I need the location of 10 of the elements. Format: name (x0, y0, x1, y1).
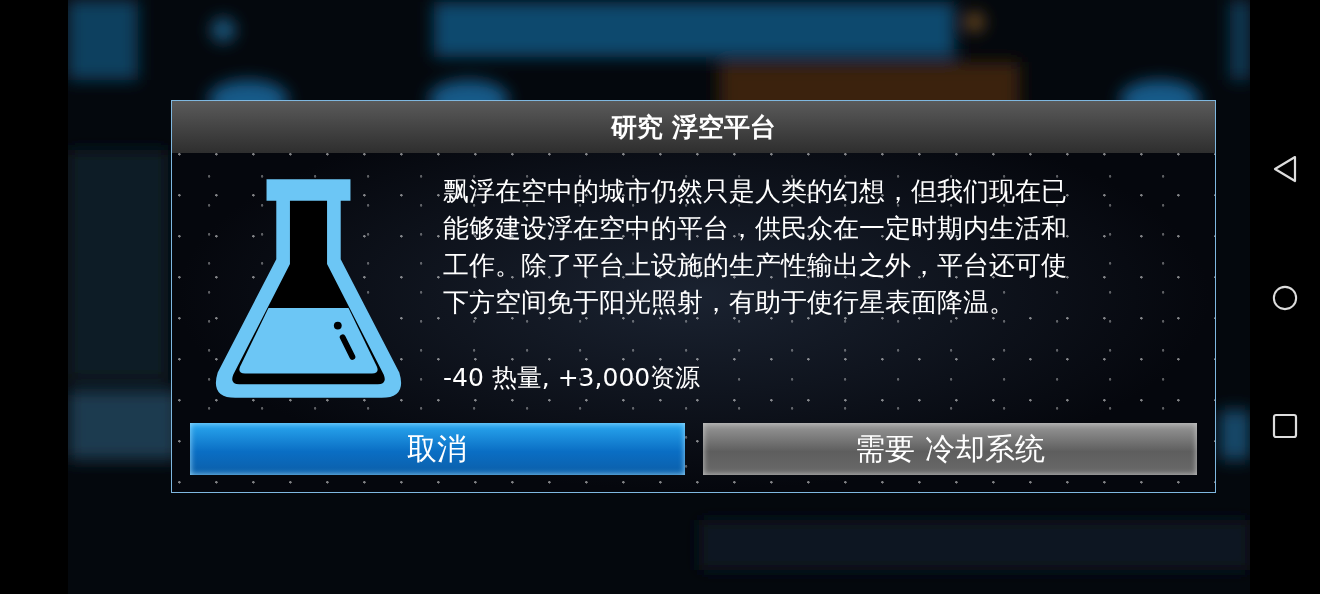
research-effects: -40 热量, +3,000资源 (443, 362, 702, 394)
cancel-button[interactable]: 取消 (190, 423, 685, 475)
blurred-icon (964, 12, 985, 32)
recents-icon[interactable] (1272, 412, 1298, 440)
requirement-button[interactable]: 需要 冷却系统 (702, 423, 1197, 475)
blurred-icon (211, 18, 236, 42)
research-description: 飘浮在空中的城市仍然只是人类的幻想，但我们现在已 能够建设浮在空中的平台，供民众在一定时期内生活和 工作。除了平台上设施的生产性输出之外，平台还可使 下方空间免于阳光照射，有助于使行星表面降温。 (443, 175, 1067, 319)
back-icon[interactable] (1272, 155, 1298, 183)
home-icon[interactable] (1272, 283, 1298, 312)
dialog-title: 研究 浮空平台 (172, 101, 1215, 153)
